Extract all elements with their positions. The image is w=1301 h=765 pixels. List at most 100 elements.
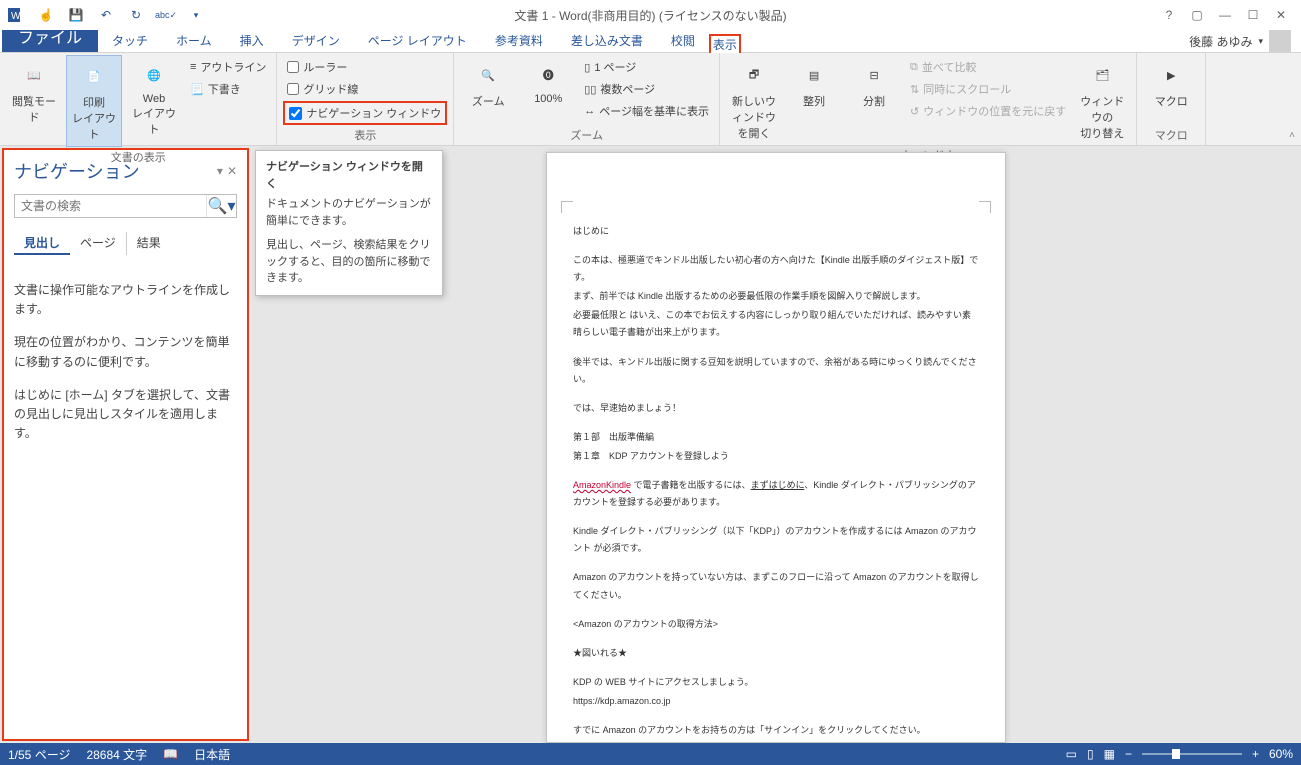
- zoom-100-icon: ⓿: [532, 59, 564, 91]
- arrange-icon: ▤: [798, 59, 830, 91]
- work-area: ナビゲーション ▾ ✕ 🔍▾ 見出し ページ 結果 文書に操作可能なアウトライン…: [0, 146, 1301, 743]
- web-layout-icon: 🌐: [138, 59, 170, 91]
- search-icon[interactable]: 🔍▾: [206, 195, 236, 217]
- tooltip-nav-pane: ナビゲーション ウィンドウを開く ドキュメントのナビゲーションが簡単にできます。…: [255, 150, 443, 296]
- sync-scroll-button: ⇅同時にスクロール: [906, 79, 1070, 99]
- zoom-in-icon[interactable]: +: [1252, 747, 1259, 761]
- tab-insert[interactable]: 挿入: [226, 29, 278, 52]
- arrange-all-button[interactable]: ▤整列: [786, 55, 842, 113]
- status-proofing-icon[interactable]: 📖: [163, 747, 178, 761]
- ruler-checkbox[interactable]: ルーラー: [283, 57, 351, 77]
- ribbon-tabs: ファイル タッチ ホーム 挿入 デザイン ページ レイアウト 参考資料 差し込み…: [0, 30, 1301, 53]
- one-page-button[interactable]: ▯1 ページ: [580, 57, 713, 77]
- zoom-icon: 🔍: [472, 59, 504, 91]
- sync-scroll-icon: ⇅: [910, 83, 919, 96]
- doc-line: 第１部 出版準備編: [573, 429, 979, 446]
- zoom-slider[interactable]: [1142, 753, 1242, 755]
- view-web-layout-icon[interactable]: ▦: [1104, 747, 1115, 761]
- crop-mark-tl: [561, 201, 573, 213]
- doc-line: 必要最低限と はいえ、この本でお伝えする内容にしっかり取り組んでいただければ、読…: [573, 307, 979, 341]
- qat-customize-icon[interactable]: ▾: [184, 3, 208, 27]
- zoom-button[interactable]: 🔍ズーム: [460, 55, 516, 113]
- new-window-button[interactable]: 🗗新しいウィンドウ を開く: [726, 55, 782, 145]
- side-by-side-icon: ⧉: [910, 61, 918, 74]
- svg-text:W: W: [11, 11, 21, 22]
- reset-pos-icon: ↺: [910, 105, 919, 118]
- doc-line: AmazonKindle で電子書籍を出版するには、まずはじめに、Kindle …: [573, 477, 979, 511]
- doc-line: すでに Amazon のアカウントをお持ちの方は「サインイン」をクリックしてくだ…: [573, 722, 979, 739]
- tab-view[interactable]: 表示: [709, 34, 741, 53]
- window-title: 文書 1 - Word(非商用目的) (ライセンスのない製品): [514, 7, 786, 24]
- navigation-pane: ナビゲーション ▾ ✕ 🔍▾ 見出し ページ 結果 文書に操作可能なアウトライン…: [2, 148, 249, 741]
- nav-pane-tabs: 見出し ページ 結果: [14, 232, 237, 255]
- doc-line: KDP の WEB サイトにアクセスしましょう。: [573, 674, 979, 691]
- nav-msg-2: 現在の位置がわかり、コンテンツを簡単に移動するのに便利です。: [14, 333, 237, 371]
- doc-line: <Amazon のアカウントの取得方法>: [573, 616, 979, 633]
- nav-tab-results[interactable]: 結果: [127, 232, 171, 255]
- read-mode-icon: 📖: [18, 59, 50, 91]
- tab-design[interactable]: デザイン: [278, 29, 354, 52]
- doc-line: 第１章 KDP アカウントを登録しよう: [573, 448, 979, 465]
- minimize-icon[interactable]: —: [1213, 5, 1237, 25]
- zoom-level[interactable]: 60%: [1269, 747, 1293, 761]
- collapse-ribbon-icon[interactable]: ˄: [1289, 130, 1295, 141]
- avatar: [1269, 30, 1291, 52]
- maximize-icon[interactable]: ☐: [1241, 5, 1265, 25]
- macros-icon: ▶: [1155, 59, 1187, 91]
- multi-page-button[interactable]: ▯▯複数ページ: [580, 79, 713, 99]
- user-account[interactable]: 後藤 あゆみ ▾: [1189, 30, 1291, 52]
- spellcheck-icon[interactable]: abc✓: [154, 3, 178, 27]
- touch-mode-icon[interactable]: ☝: [34, 3, 58, 27]
- crop-mark-tr: [979, 201, 991, 213]
- group-label-views: 文書の表示: [6, 147, 270, 167]
- macros-button[interactable]: ▶マクロ: [1143, 55, 1199, 113]
- undo-icon[interactable]: ↶: [94, 3, 118, 27]
- redo-icon[interactable]: ↻: [124, 3, 148, 27]
- status-language[interactable]: 日本語: [194, 746, 230, 763]
- print-layout-button[interactable]: 📄印刷 レイアウト: [66, 55, 122, 147]
- save-icon[interactable]: 💾: [64, 3, 88, 27]
- search-input[interactable]: [15, 195, 206, 217]
- tab-mailings[interactable]: 差し込み文書: [557, 29, 657, 52]
- tab-touch[interactable]: タッチ: [98, 29, 162, 52]
- split-button[interactable]: ⊟分割: [846, 55, 902, 113]
- nav-search-box[interactable]: 🔍▾: [14, 194, 237, 218]
- outline-button[interactable]: ≡アウトライン: [186, 57, 270, 77]
- gridlines-checkbox[interactable]: グリッド線: [283, 79, 362, 99]
- doc-line: この本は、極悪道でキンドル出版したい初心者の方へ向けた【Kindle 出版手順の…: [573, 252, 979, 286]
- close-icon[interactable]: ✕: [1269, 5, 1293, 25]
- title-bar: W ☝ 💾 ↶ ↻ abc✓ ▾ 文書 1 - Word(非商用目的) (ライセ…: [0, 0, 1301, 30]
- web-layout-button[interactable]: 🌐Web レイアウト: [126, 55, 182, 141]
- document-page[interactable]: はじめに この本は、極悪道でキンドル出版したい初心者の方へ向けた【Kindle …: [546, 152, 1006, 743]
- tab-home[interactable]: ホーム: [162, 29, 226, 52]
- zoom-out-icon[interactable]: −: [1125, 747, 1132, 761]
- doc-line: まず、前半では Kindle 出版するための必要最低限の作業手順を図解入りで解説…: [573, 288, 979, 305]
- outline-icon: ≡: [190, 61, 196, 73]
- view-print-layout-icon[interactable]: ▯: [1087, 747, 1094, 761]
- zoom-100-button[interactable]: ⓿100%: [520, 55, 576, 109]
- quick-access-toolbar: W ☝ 💾 ↶ ↻ abc✓ ▾: [0, 3, 208, 27]
- tab-references[interactable]: 参考資料: [481, 29, 557, 52]
- navigation-pane-checkbox[interactable]: ナビゲーション ウィンドウ: [283, 101, 447, 125]
- tab-review[interactable]: 校閲: [657, 29, 709, 52]
- draft-button[interactable]: 📃下書き: [186, 79, 270, 99]
- page-width-icon: ↔: [584, 105, 595, 117]
- view-read-mode-icon[interactable]: ▭: [1066, 747, 1077, 761]
- switch-windows-button[interactable]: 🗂ウィンドウの 切り替え: [1074, 55, 1130, 145]
- ribbon-display-icon[interactable]: ▢: [1185, 5, 1209, 25]
- word-app-icon[interactable]: W: [4, 3, 28, 27]
- doc-line: はじめに: [573, 223, 979, 240]
- status-word-count[interactable]: 28684 文字: [86, 746, 147, 763]
- page-width-button[interactable]: ↔ページ幅を基準に表示: [580, 101, 713, 121]
- switch-windows-icon: 🗂: [1086, 59, 1118, 91]
- read-mode-button[interactable]: 📖閲覧モード: [6, 55, 62, 129]
- nav-tab-pages[interactable]: ページ: [70, 232, 127, 255]
- ribbon: 📖閲覧モード 📄印刷 レイアウト 🌐Web レイアウト ≡アウトライン 📃下書き…: [0, 53, 1301, 146]
- status-page[interactable]: 1/55 ページ: [8, 746, 70, 763]
- group-label-macros: マクロ: [1143, 125, 1199, 145]
- tooltip-line1: ドキュメントのナビゲーションが簡単にできます。: [266, 196, 432, 229]
- help-icon[interactable]: ?: [1157, 5, 1181, 25]
- view-side-by-side-button: ⧉並べて比較: [906, 57, 1070, 77]
- tab-page-layout[interactable]: ページ レイアウト: [354, 29, 481, 52]
- nav-tab-headings[interactable]: 見出し: [14, 232, 70, 255]
